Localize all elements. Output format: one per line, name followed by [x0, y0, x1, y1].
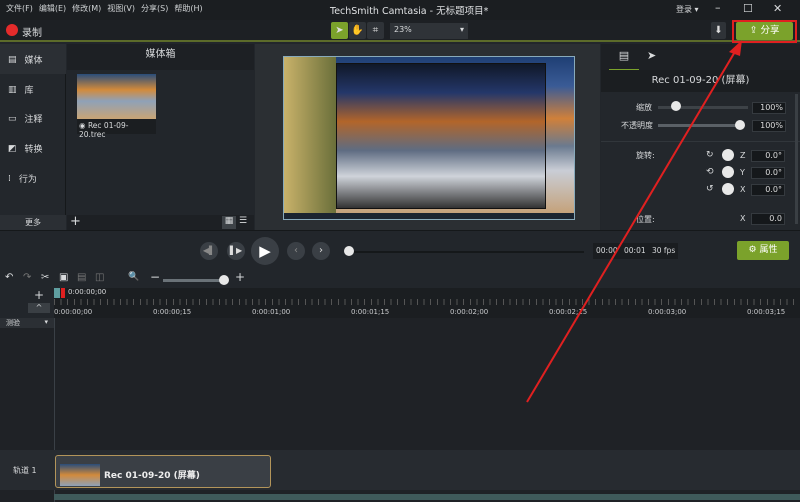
arrow-line [526, 49, 737, 403]
arrow-head [729, 40, 742, 56]
annotation-arrow [526, 40, 742, 403]
